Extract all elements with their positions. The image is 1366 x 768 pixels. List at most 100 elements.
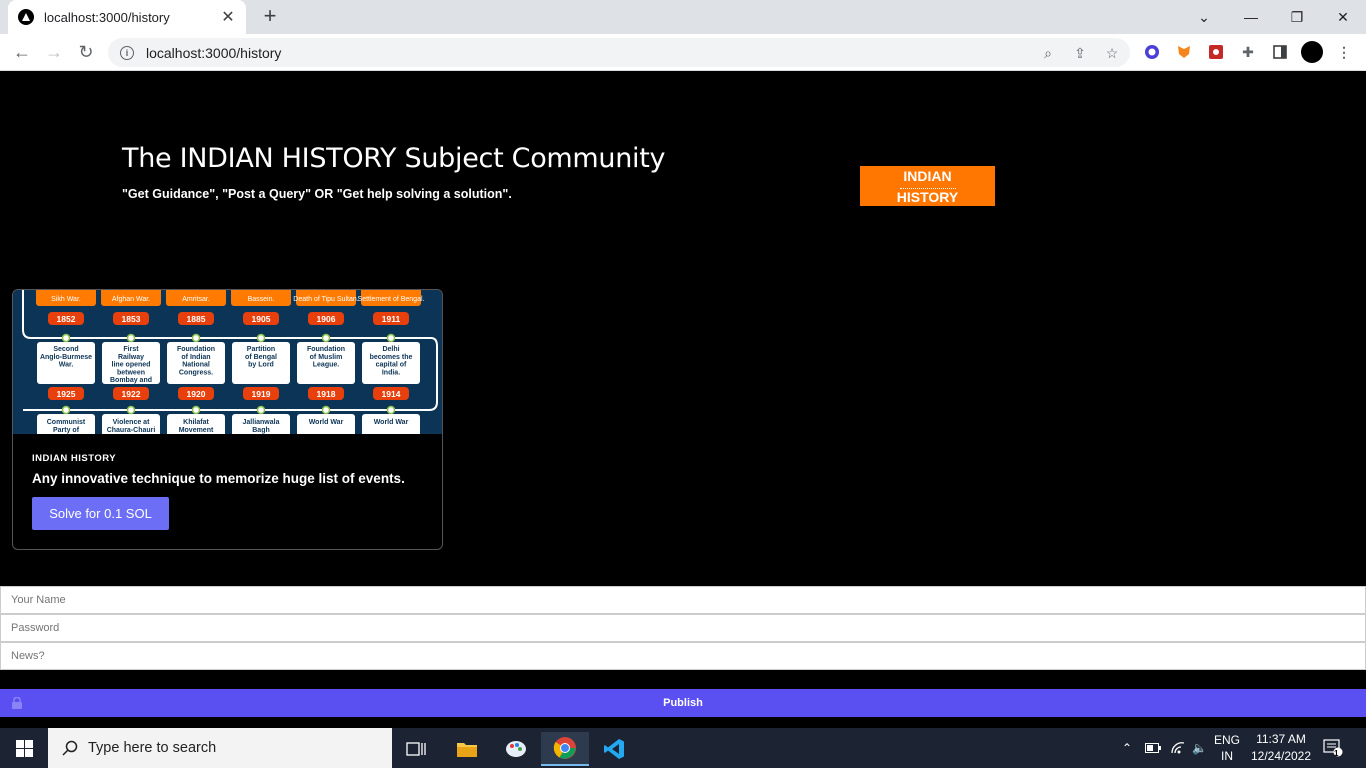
timeline-year: 1906 xyxy=(317,314,336,324)
timeline-top-label: Bassein. xyxy=(248,296,275,303)
file-explorer-icon[interactable] xyxy=(443,732,491,766)
notification-count: 1 xyxy=(1334,749,1339,758)
reload-button[interactable]: ↻ xyxy=(73,39,99,65)
timeline-event-text: of Indian xyxy=(181,354,210,361)
timeline-event-text: Foundation xyxy=(177,346,215,353)
profile-avatar[interactable] xyxy=(1301,41,1323,63)
timeline-node xyxy=(386,333,396,343)
extensions-puzzle-icon[interactable]: ✚ xyxy=(1239,43,1257,61)
timeline-year: 1911 xyxy=(382,314,401,324)
address-toolbar: ← → ↻ i localhost:3000/history ⌕ ⇪ ☆ ✚ ⋮ xyxy=(0,34,1366,71)
restore-button[interactable]: ❐ xyxy=(1274,0,1320,34)
page-title: The INDIAN HISTORY Subject Community xyxy=(122,143,666,174)
timeline-event-text: World War xyxy=(374,419,409,426)
wifi-icon[interactable] xyxy=(1170,728,1186,768)
metamask-fox-icon[interactable] xyxy=(1175,43,1193,61)
address-bar[interactable]: i localhost:3000/history ⌕ ⇪ ☆ xyxy=(108,38,1130,67)
timeline-year: 1925 xyxy=(57,389,76,399)
timeline-year: 1920 xyxy=(187,389,206,399)
publish-label: Publish xyxy=(663,697,703,709)
timeline-event-text: League. xyxy=(313,362,340,369)
question-card: Sikh War. 1852 Second Anglo-Burmese War. 1925… xyxy=(12,289,443,550)
tab-title: localhost:3000/history xyxy=(44,9,170,25)
timeline-node xyxy=(256,405,266,415)
timeline-event-text: First xyxy=(123,346,139,353)
timeline-event-text: Khilafat xyxy=(183,419,209,426)
windows-taskbar: Type here to search ⌃ 🔈 ENG IN 11:37 AM … xyxy=(0,728,1366,768)
paint-app-icon[interactable] xyxy=(492,732,540,766)
url-text: localhost:3000/history xyxy=(146,44,282,61)
browser-tab-strip: localhost:3000/history ✕ + ⌄ — ❐ ✕ xyxy=(0,0,1366,34)
minimize-button[interactable]: — xyxy=(1228,0,1274,34)
volume-icon[interactable]: 🔈 xyxy=(1192,728,1207,768)
timeline-event-text: Party of xyxy=(53,427,80,434)
bookmark-star-icon[interactable]: ☆ xyxy=(1104,45,1120,61)
battery-icon[interactable] xyxy=(1145,728,1161,768)
timeline-event-text: of Bengal xyxy=(245,354,277,361)
timeline-event-text: Anglo-Burmese xyxy=(40,354,92,361)
notifications-icon[interactable]: 1 xyxy=(1323,728,1343,768)
system-clock[interactable]: 11:37 AM 12/24/2022 xyxy=(1248,731,1314,765)
extension-red-icon[interactable] xyxy=(1207,43,1225,61)
close-window-button[interactable]: ✕ xyxy=(1320,0,1366,34)
timeline-top-label: Sikh War. xyxy=(51,296,81,303)
timeline-event-text: by Lord xyxy=(248,362,274,369)
language-indicator[interactable]: ENG IN xyxy=(1214,728,1240,768)
subject-badge: INDIAN HISTORY xyxy=(860,166,995,206)
site-info-icon[interactable]: i xyxy=(120,45,134,60)
task-view-icon[interactable] xyxy=(392,732,440,766)
zoom-icon[interactable]: ⌕ xyxy=(1040,45,1056,61)
timeline-event-text: Partition xyxy=(247,346,275,353)
browser-tab[interactable]: localhost:3000/history ✕ xyxy=(8,0,246,34)
vercel-favicon-icon xyxy=(18,9,34,25)
publish-button[interactable]: Publish xyxy=(0,689,1366,717)
timeline-event-text: of Muslim xyxy=(310,354,343,361)
search-icon xyxy=(62,740,78,756)
timeline-node xyxy=(126,333,136,343)
taskbar-search-box[interactable]: Type here to search xyxy=(48,728,392,768)
timeline-event-text: Congress. xyxy=(179,369,213,376)
news-input[interactable] xyxy=(0,642,1366,670)
lang-primary: ENG xyxy=(1214,733,1241,747)
vscode-taskbar-icon[interactable] xyxy=(590,732,638,766)
show-hidden-icons[interactable]: ⌃ xyxy=(1122,728,1132,768)
chrome-taskbar-icon[interactable] xyxy=(541,732,589,766)
timeline-node xyxy=(256,333,266,343)
timeline-node xyxy=(321,405,331,415)
new-tab-button[interactable]: + xyxy=(258,4,282,28)
timeline-event-text: Second xyxy=(53,346,78,353)
timeline-node xyxy=(321,333,331,343)
timeline-node xyxy=(386,405,396,415)
timeline-event-text: Jallianwala xyxy=(243,419,280,426)
card-subject-tag: INDIAN HISTORY xyxy=(32,453,117,464)
timeline-year: 1885 xyxy=(187,314,206,324)
lock-icon xyxy=(12,697,22,709)
timeline-year: 1853 xyxy=(122,314,141,324)
timeline-top-label: Death of Tipu Sultan. xyxy=(293,296,358,303)
timeline-node xyxy=(61,333,71,343)
timeline-event-text: Chaura-Chauri xyxy=(107,427,156,434)
timeline-year: 1919 xyxy=(252,389,271,399)
timeline-node xyxy=(126,405,136,415)
search-placeholder: Type here to search xyxy=(88,740,217,756)
timeline-year: 1905 xyxy=(252,314,271,324)
back-button[interactable]: ← xyxy=(9,39,35,65)
timeline-top-label: Afghan War. xyxy=(112,296,150,303)
name-input[interactable] xyxy=(0,586,1366,614)
close-tab-icon[interactable]: ✕ xyxy=(220,7,236,27)
forward-button[interactable]: → xyxy=(41,39,67,65)
browser-menu-icon[interactable]: ⋮ xyxy=(1335,43,1353,61)
extension-circle-icon[interactable] xyxy=(1143,43,1161,61)
timeline-event-text: between xyxy=(117,369,145,376)
side-panel-icon[interactable] xyxy=(1271,43,1289,61)
password-input[interactable] xyxy=(0,614,1366,642)
tab-search-icon[interactable]: ⌄ xyxy=(1181,0,1227,34)
windows-start-button[interactable] xyxy=(0,728,48,768)
share-icon[interactable]: ⇪ xyxy=(1072,45,1088,61)
timeline-event-text: Delhi xyxy=(382,346,399,353)
timeline-year: 1918 xyxy=(317,389,336,399)
timeline-image: Sikh War. 1852 Second Anglo-Burmese War. 1925… xyxy=(13,290,442,434)
timeline-event-text: Railway xyxy=(118,354,144,361)
solve-button[interactable]: Solve for 0.1 SOL xyxy=(32,497,169,530)
timeline-year: 1914 xyxy=(382,389,401,399)
